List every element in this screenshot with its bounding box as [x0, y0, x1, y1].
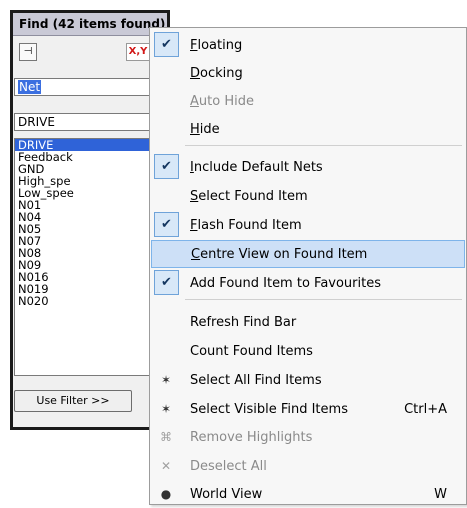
- remove-highlights-icon: ⌘: [160, 430, 172, 444]
- menu-item-label: Floating: [190, 37, 243, 53]
- found-items-list[interactable]: DRIVE Feedback GND High_spe Low_spee N01 N04 N0…: [14, 138, 154, 376]
- menu-item-world-view[interactable]: ● World View W: [151, 480, 465, 508]
- context-menu: ✔ Floating Docking Auto Hide Hide ✔ Include De…: [149, 27, 467, 505]
- menu-shortcut: W: [434, 486, 447, 502]
- menu-item-deselect-all: ✕ Deselect All: [151, 452, 465, 480]
- menu-item-include-default-nets[interactable]: ✔ Include Default Nets: [151, 153, 465, 181]
- net-type-value: Net: [18, 80, 42, 94]
- menu-item-label: Count Found Items: [190, 343, 313, 359]
- menu-item-label: Docking: [190, 65, 243, 81]
- menu-item-label: Hide: [190, 121, 220, 137]
- search-input[interactable]: DRIVE: [14, 113, 154, 131]
- world-view-icon: ●: [160, 487, 172, 501]
- menu-item-refresh-find-bar[interactable]: Refresh Find Bar: [151, 308, 465, 336]
- menu-item-label: Centre View on Found Item: [191, 246, 368, 262]
- checkmark-icon: ✔: [154, 270, 179, 295]
- pin-icon[interactable]: ⊣: [19, 43, 37, 61]
- menu-item-add-found-item-to-favourites[interactable]: ✔ Add Found Item to Favourites: [151, 269, 465, 297]
- menu-item-floating[interactable]: ✔ Floating: [151, 31, 465, 59]
- menu-separator: [185, 145, 462, 146]
- net-type-field[interactable]: Net: [14, 78, 154, 96]
- list-item[interactable]: N020: [15, 295, 153, 307]
- menu-item-label: World View: [190, 486, 263, 502]
- checkmark-icon: ✔: [154, 32, 179, 57]
- select-visible-icon: ✶: [160, 402, 172, 416]
- menu-item-label: Flash Found Item: [190, 217, 302, 233]
- menu-item-label: Remove Highlights: [190, 429, 313, 445]
- menu-item-label: Refresh Find Bar: [190, 314, 297, 330]
- menu-item-auto-hide: Auto Hide: [151, 87, 465, 115]
- menu-item-label: Select Found Item: [190, 188, 308, 204]
- find-toolbar: ⊣ X,Y: [19, 43, 159, 63]
- menu-item-label: Auto Hide: [190, 93, 254, 109]
- menu-item-count-found-items[interactable]: Count Found Items: [151, 337, 465, 365]
- menu-item-remove-highlights: ⌘ Remove Highlights: [151, 423, 465, 451]
- menu-separator: [185, 299, 462, 300]
- use-filter-button[interactable]: Use Filter >>: [14, 390, 132, 412]
- menu-item-label: Add Found Item to Favourites: [190, 275, 382, 291]
- menu-item-select-visible-find-items[interactable]: ✶ Select Visible Find Items Ctrl+A: [151, 395, 465, 423]
- xy-coordinates-button[interactable]: X,Y: [126, 43, 150, 61]
- menu-item-select-found-item[interactable]: Select Found Item: [151, 182, 465, 210]
- deselect-all-icon: ✕: [160, 459, 172, 473]
- menu-item-hide[interactable]: Hide: [151, 115, 465, 143]
- menu-item-docking[interactable]: Docking: [151, 59, 465, 87]
- menu-item-centre-view-on-found-item[interactable]: Centre View on Found Item: [151, 240, 465, 268]
- menu-item-flash-found-item[interactable]: ✔ Flash Found Item: [151, 211, 465, 239]
- menu-item-label: Select Visible Find Items: [190, 401, 348, 417]
- menu-item-label: Include Default Nets: [190, 159, 323, 175]
- menu-item-label: Select All Find Items: [190, 372, 322, 388]
- menu-item-select-all-find-items[interactable]: ✶ Select All Find Items: [151, 366, 465, 394]
- select-all-icon: ✶: [160, 373, 172, 387]
- find-panel-titlebar[interactable]: Find (42 items found) ×: [13, 13, 167, 36]
- checkmark-icon: ✔: [154, 154, 179, 179]
- find-panel-title: Find (42 items found): [19, 17, 166, 31]
- menu-item-label: Deselect All: [190, 458, 267, 474]
- checkmark-icon: ✔: [154, 212, 179, 237]
- menu-shortcut: Ctrl+A: [404, 401, 447, 417]
